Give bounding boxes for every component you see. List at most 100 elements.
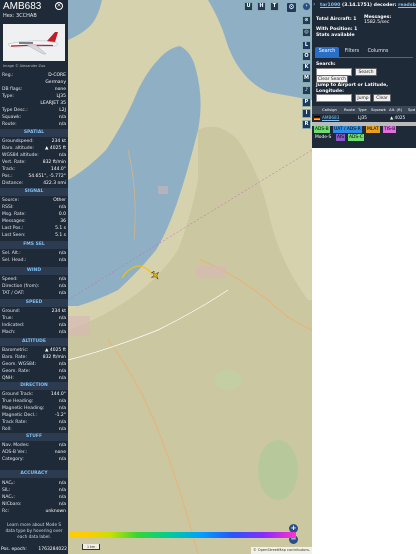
tab-filters[interactable]: Filters	[341, 47, 363, 57]
row-label: ADS-B Ver.:	[2, 450, 28, 455]
accuracy-row: SIL: n/a	[2, 487, 66, 494]
tar1090-link[interactable]: tar1090	[320, 3, 340, 8]
direction-row: True Heading: n/a	[2, 398, 66, 405]
row-label: Baro. Rate:	[2, 355, 27, 360]
jump-input[interactable]	[316, 94, 352, 102]
side-button-m[interactable]: M	[302, 74, 311, 83]
row-value: LEARJET 35	[40, 101, 66, 106]
side-button-i[interactable]: I	[302, 109, 311, 118]
row-value: none	[54, 87, 66, 92]
map-button-t[interactable]: T	[270, 2, 279, 11]
row-label: Speed:	[2, 277, 18, 282]
row-label: Source:	[2, 198, 19, 203]
map-canvas[interactable]	[68, 0, 312, 554]
speed-row: Indicated: n/a	[2, 322, 66, 329]
col-speed[interactable]: Spd	[408, 106, 415, 114]
row-value: 832 ft/min	[42, 160, 66, 165]
row-value: 144.0°	[50, 167, 66, 172]
section-spatial: SPATIAL	[0, 129, 68, 137]
tab-columns[interactable]: Columns	[365, 47, 391, 57]
section-altitude: ALTITUDE	[0, 338, 68, 346]
photo-credit: Image © Alexander Zuo	[3, 64, 46, 68]
row-label: Last Seen:	[2, 233, 26, 238]
row-label: Track Rate:	[2, 420, 28, 425]
row-label: Sel. Alt.:	[2, 251, 21, 256]
row-value: n/a	[58, 153, 66, 158]
row-label: Geom. WGS84:	[2, 362, 37, 367]
col-squawk[interactable]: Squawk	[371, 106, 386, 114]
jump-button[interactable]: Jump	[355, 94, 371, 102]
side-button-o[interactable]: O	[302, 52, 311, 61]
settings-gear-icon[interactable]: ⚙	[287, 3, 296, 12]
wind-row: TAT / OAT: n/a	[2, 290, 66, 297]
map-view[interactable]: U H T ⚙ + − 1 km © OpenStreetMap contrib…	[68, 0, 312, 554]
info-row: Type: LJ35	[2, 93, 66, 100]
aircraft-marker-icon[interactable]	[151, 271, 160, 280]
row-label: Mach:	[2, 330, 16, 335]
section-stuff: STUFF	[0, 433, 68, 441]
row-value: n/a	[58, 323, 66, 328]
legend-modes: Mode-S	[315, 135, 332, 140]
accuracy-row: NACₚ: n/a	[2, 480, 66, 487]
decoder-link[interactable]: readsb	[398, 3, 416, 8]
row-label: Msg. Rate:	[2, 212, 26, 217]
search-button[interactable]: Search	[355, 68, 377, 76]
table-row[interactable]: AMB683 LJ35 ▲ 4025	[312, 114, 416, 122]
row-label: Track:	[2, 167, 16, 172]
col-altitude[interactable]: Alt. (ft)	[389, 106, 402, 114]
with-position: With Position: 1	[316, 27, 358, 32]
stuff-row: Nav. Modes: n/a	[2, 442, 66, 449]
clear-button[interactable]: Clear	[373, 94, 391, 102]
wind-row: Direction (from): n/a	[2, 283, 66, 290]
side-button-speaker-icon[interactable]: ♪	[302, 86, 311, 95]
side-button-p[interactable]: P	[302, 98, 311, 107]
legend-uat-adsr: UAT / ADS-R	[333, 126, 362, 133]
row-label: Geom. Rate:	[2, 369, 31, 374]
row-value: n/a	[58, 369, 66, 374]
tab-search[interactable]: Search	[315, 47, 339, 57]
side-button-r[interactable]: R	[302, 120, 311, 129]
row-value: ▲ 4025 ft	[44, 348, 66, 353]
row-callsign[interactable]: AMB683	[322, 114, 339, 122]
info-row: Type Desc.: L2J	[2, 107, 66, 114]
col-route[interactable]: Route	[344, 106, 355, 114]
map-button-h[interactable]: H	[257, 2, 266, 11]
close-icon[interactable]: ×	[55, 2, 63, 10]
stats-link[interactable]: Stats available	[316, 33, 355, 38]
row-value: n/a	[58, 205, 66, 210]
row-value: n/a	[58, 406, 66, 411]
altitude-color-legend	[70, 532, 296, 538]
col-type[interactable]: Type	[358, 106, 367, 114]
row-label: NICbaro:	[2, 502, 22, 507]
row-label: Magnetic Heading:	[2, 406, 45, 411]
aircraft-detail-panel: AMB683 Hex: 3CCHAB × Image © Alexander Z…	[0, 0, 68, 554]
expand-chevron-icon[interactable]: ›	[313, 2, 319, 8]
side-button-refresh-icon[interactable]: ⊙	[302, 16, 311, 25]
altitude-row: Geom. WGS84: n/a	[2, 361, 66, 368]
collapse-chevron-icon[interactable]: ›	[302, 2, 311, 11]
row-value: 36	[60, 219, 66, 224]
row-value: n/a	[58, 399, 66, 404]
map-button-u[interactable]: U	[244, 2, 253, 11]
row-label: Barometric:	[2, 348, 29, 353]
row-value: 234 kt	[51, 139, 66, 144]
clear-search-button[interactable]: Clear Search	[316, 75, 348, 83]
stuff-row: ADS-B Ver.: none	[2, 449, 66, 456]
map-attribution[interactable]: © OpenStreetMap contributors.	[251, 547, 312, 554]
row-label: Nav. Modes:	[2, 443, 30, 448]
direction-row: Track Rate: n/a	[2, 419, 66, 426]
aircraft-photo[interactable]	[3, 24, 65, 61]
side-button-l[interactable]: L	[302, 41, 311, 50]
row-label: Baro. altitude:	[2, 146, 34, 151]
side-button-target-icon[interactable]: ◎	[302, 28, 311, 37]
row-value: n/a	[58, 427, 66, 432]
accuracy-row: NACᵥ: n/a	[2, 494, 66, 501]
row-label: Distance:	[2, 181, 24, 186]
row-label: Vert. Rate:	[2, 160, 26, 165]
row-label: SIL:	[2, 488, 11, 493]
row-value: Other	[53, 198, 66, 203]
side-button-k[interactable]: K	[302, 63, 311, 72]
col-callsign[interactable]: Callsign	[322, 106, 337, 114]
row-value: n/a	[58, 481, 66, 486]
signal-row: Msg. Rate: 0.0	[2, 211, 66, 218]
